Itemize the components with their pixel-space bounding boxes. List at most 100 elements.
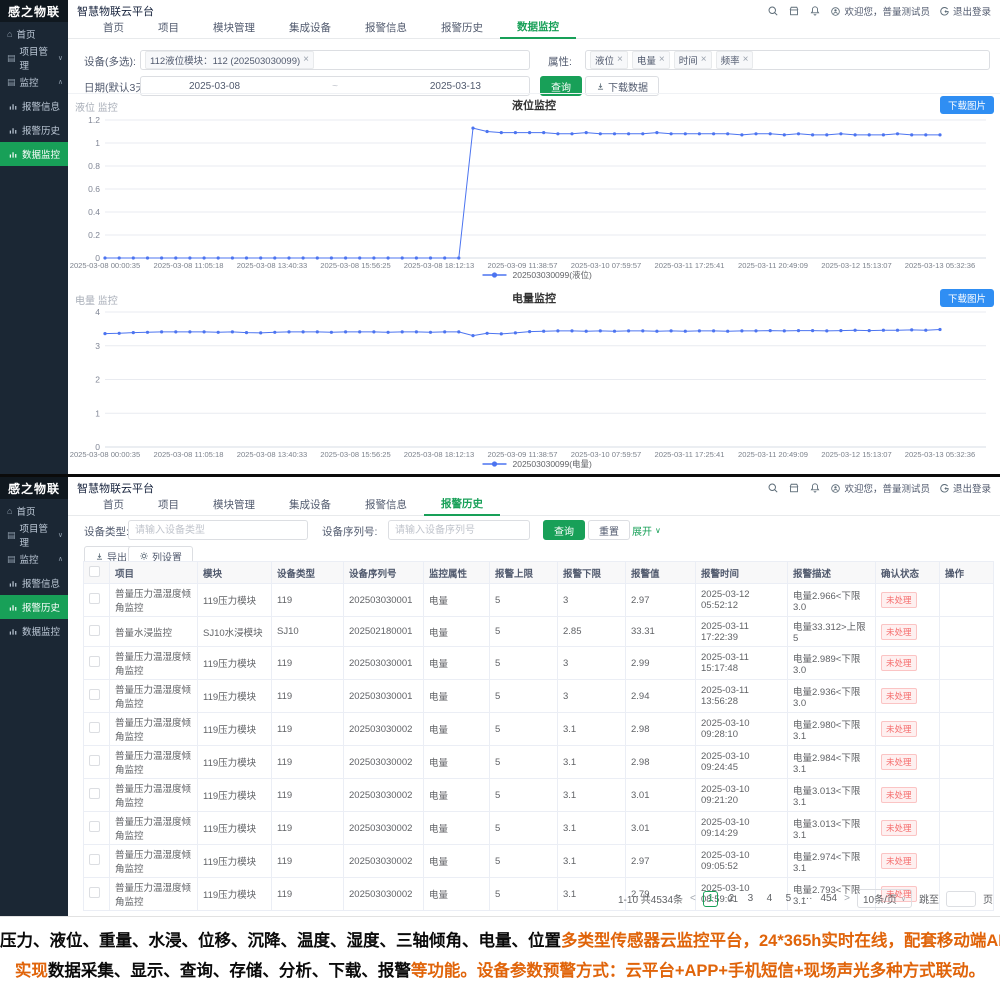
chevron-down-icon: ∨ (900, 895, 906, 903)
status-badge[interactable]: 未处理 (881, 820, 917, 836)
cell: 5 (489, 679, 558, 713)
status-badge[interactable]: 未处理 (881, 623, 917, 640)
sidebar-item-label: 首页 (16, 507, 36, 518)
tab-0[interactable]: 首页 (86, 20, 141, 38)
search-icon[interactable] (767, 5, 779, 17)
remove-tag-icon[interactable]: × (743, 55, 749, 65)
row-checkbox[interactable] (89, 624, 100, 636)
row-checkbox[interactable] (89, 788, 100, 799)
data-monitor-screen: 感之物联 ⌂ 首页 ▤ 项目管理 ∨ ▤ 监控 ∧ 报警信息 报警历史 数据监控 智慧物联云平台 欢迎… (0, 0, 1000, 477)
status-badge[interactable]: 未处理 (881, 655, 917, 671)
cell: 119压力模块 (197, 877, 272, 911)
row-checkbox[interactable] (89, 854, 100, 865)
sidebar-subitem-label: 报警历史 (22, 126, 61, 137)
tab-1[interactable]: 项目 (141, 20, 196, 38)
tab-3[interactable]: 集成设备 (272, 20, 348, 38)
row-checkbox[interactable] (89, 656, 100, 667)
status-badge[interactable]: 未处理 (881, 853, 917, 869)
tab-1[interactable]: 项目 (141, 497, 196, 515)
welcome-text: 欢迎您，普量测试员 (844, 484, 930, 495)
building-icon[interactable] (788, 482, 800, 494)
table-header-row: 项目 模块 设备类型 设备序列号 监控属性 报警上限 报警下限 报警值 报警时间 报警描述 确认状态… (83, 561, 994, 584)
row-checkbox[interactable] (89, 755, 100, 766)
svg-text:0.4: 0.4 (88, 207, 100, 217)
sidebar-item-home[interactable]: ⌂ 首页 (0, 499, 68, 523)
sidebar-subitem-0[interactable]: 报警信息 (0, 571, 68, 595)
search-button[interactable]: 查询 (543, 520, 585, 540)
sidebar-item-home[interactable]: ⌂ 首页 (0, 22, 68, 46)
row-checkbox[interactable] (89, 593, 100, 604)
tab-2[interactable]: 模块管理 (196, 20, 272, 38)
expand-button[interactable]: 展开 ∨ (632, 520, 661, 540)
bell-icon[interactable] (809, 5, 821, 17)
sidebar-item-monitor[interactable]: ▤ 监控 ∧ (0, 547, 68, 571)
row-checkbox-cell (83, 583, 110, 617)
row-checkbox[interactable] (89, 821, 100, 832)
sidebar-item-project-mgmt[interactable]: ▤ 项目管理 ∨ (0, 523, 68, 549)
logout-label: 退出登录 (952, 7, 991, 18)
logout-button[interactable]: 退出登录 (939, 481, 991, 495)
page-number[interactable]: 5 (782, 893, 794, 904)
sidebar-subitem-1[interactable]: 报警历史 (0, 595, 68, 619)
search-icon[interactable] (767, 482, 779, 494)
svg-text:2025-03-08 18:12:13: 2025-03-08 18:12:13 (404, 261, 475, 270)
reset-button[interactable]: 重置 (588, 520, 630, 540)
cell: 3.01 (625, 778, 696, 812)
status-badge[interactable]: 未处理 (881, 688, 917, 704)
sidebar-item-monitor[interactable]: ▤ 监控 ∧ (0, 70, 68, 94)
sidebar-subitem-2[interactable]: 数据监控 (0, 142, 68, 166)
cell: 119 (271, 877, 344, 911)
building-icon[interactable] (788, 5, 800, 17)
logout-button[interactable]: 退出登录 (939, 4, 991, 18)
page-number[interactable]: 4 (763, 893, 775, 904)
page-number[interactable]: 3 (744, 893, 756, 904)
tab-3[interactable]: 集成设备 (272, 497, 348, 515)
tab-5[interactable]: 报警历史 (424, 20, 500, 38)
svg-text:2025-03-08 15:56:25: 2025-03-08 15:56:25 (320, 261, 391, 270)
row-checkbox[interactable] (89, 689, 100, 700)
tab-0[interactable]: 首页 (86, 497, 141, 515)
tab-4[interactable]: 报警信息 (348, 20, 424, 38)
tab-6[interactable]: 数据监控 (500, 19, 576, 39)
alarm-table: 项目 模块 设备类型 设备序列号 监控属性 报警上限 报警下限 报警值 报警时间 报警描述 确认状态… (83, 561, 994, 911)
cell: 119 (271, 811, 344, 845)
cell: 119压力模块 (197, 778, 272, 812)
tab-2[interactable]: 模块管理 (196, 497, 272, 515)
tab-5[interactable]: 报警历史 (424, 496, 500, 516)
header-actions: 欢迎您，普量测试员 退出登录 (767, 481, 991, 495)
page-number[interactable]: 454 (820, 893, 837, 904)
status-badge[interactable]: 未处理 (881, 787, 917, 803)
sidebar-subitem-1[interactable]: 报警历史 (0, 118, 68, 142)
remove-tag-icon[interactable]: × (659, 55, 665, 65)
status-badge[interactable]: 未处理 (881, 592, 917, 608)
cell: 普量压力温湿度倾角监控 (109, 646, 198, 680)
column-header: 设备类型 (271, 561, 344, 584)
page-size-select[interactable]: 10条/页 ∨ (856, 889, 912, 908)
sidebar-item-project-mgmt[interactable]: ▤ 项目管理 ∨ (0, 46, 68, 72)
device-multiselect[interactable]: 112液位模块：112 (202503030099) × (140, 50, 530, 70)
sidebar-subitem-0[interactable]: 报警信息 (0, 94, 68, 118)
status-cell: 未处理 (875, 844, 940, 878)
next-page-icon[interactable]: > (844, 893, 850, 904)
page-number[interactable]: 2 (725, 893, 737, 904)
page-number[interactable]: 1 (702, 890, 719, 907)
cell: 5 (489, 844, 558, 878)
tab-4[interactable]: 报警信息 (348, 497, 424, 515)
remove-tag-icon[interactable]: × (701, 55, 707, 65)
bell-icon[interactable] (809, 482, 821, 494)
remove-tag-icon[interactable]: × (303, 55, 309, 65)
page-number[interactable]: ··· (801, 893, 813, 904)
sidebar-subitem-2[interactable]: 数据监控 (0, 619, 68, 643)
attribute-multiselect[interactable]: 液位 × 电量 × 时间 × 频率 × (585, 50, 990, 70)
select-all-checkbox[interactable] (89, 565, 100, 577)
device-type-input[interactable] (128, 520, 308, 540)
row-checkbox[interactable] (89, 722, 100, 733)
row-checkbox[interactable] (89, 887, 100, 898)
cell: 202503030002 (343, 811, 424, 845)
status-badge[interactable]: 未处理 (881, 754, 917, 770)
serial-input[interactable] (388, 520, 530, 540)
prev-page-icon[interactable]: < (690, 893, 696, 904)
jump-page-input[interactable] (946, 890, 976, 907)
status-badge[interactable]: 未处理 (881, 721, 917, 737)
remove-tag-icon[interactable]: × (617, 55, 623, 65)
